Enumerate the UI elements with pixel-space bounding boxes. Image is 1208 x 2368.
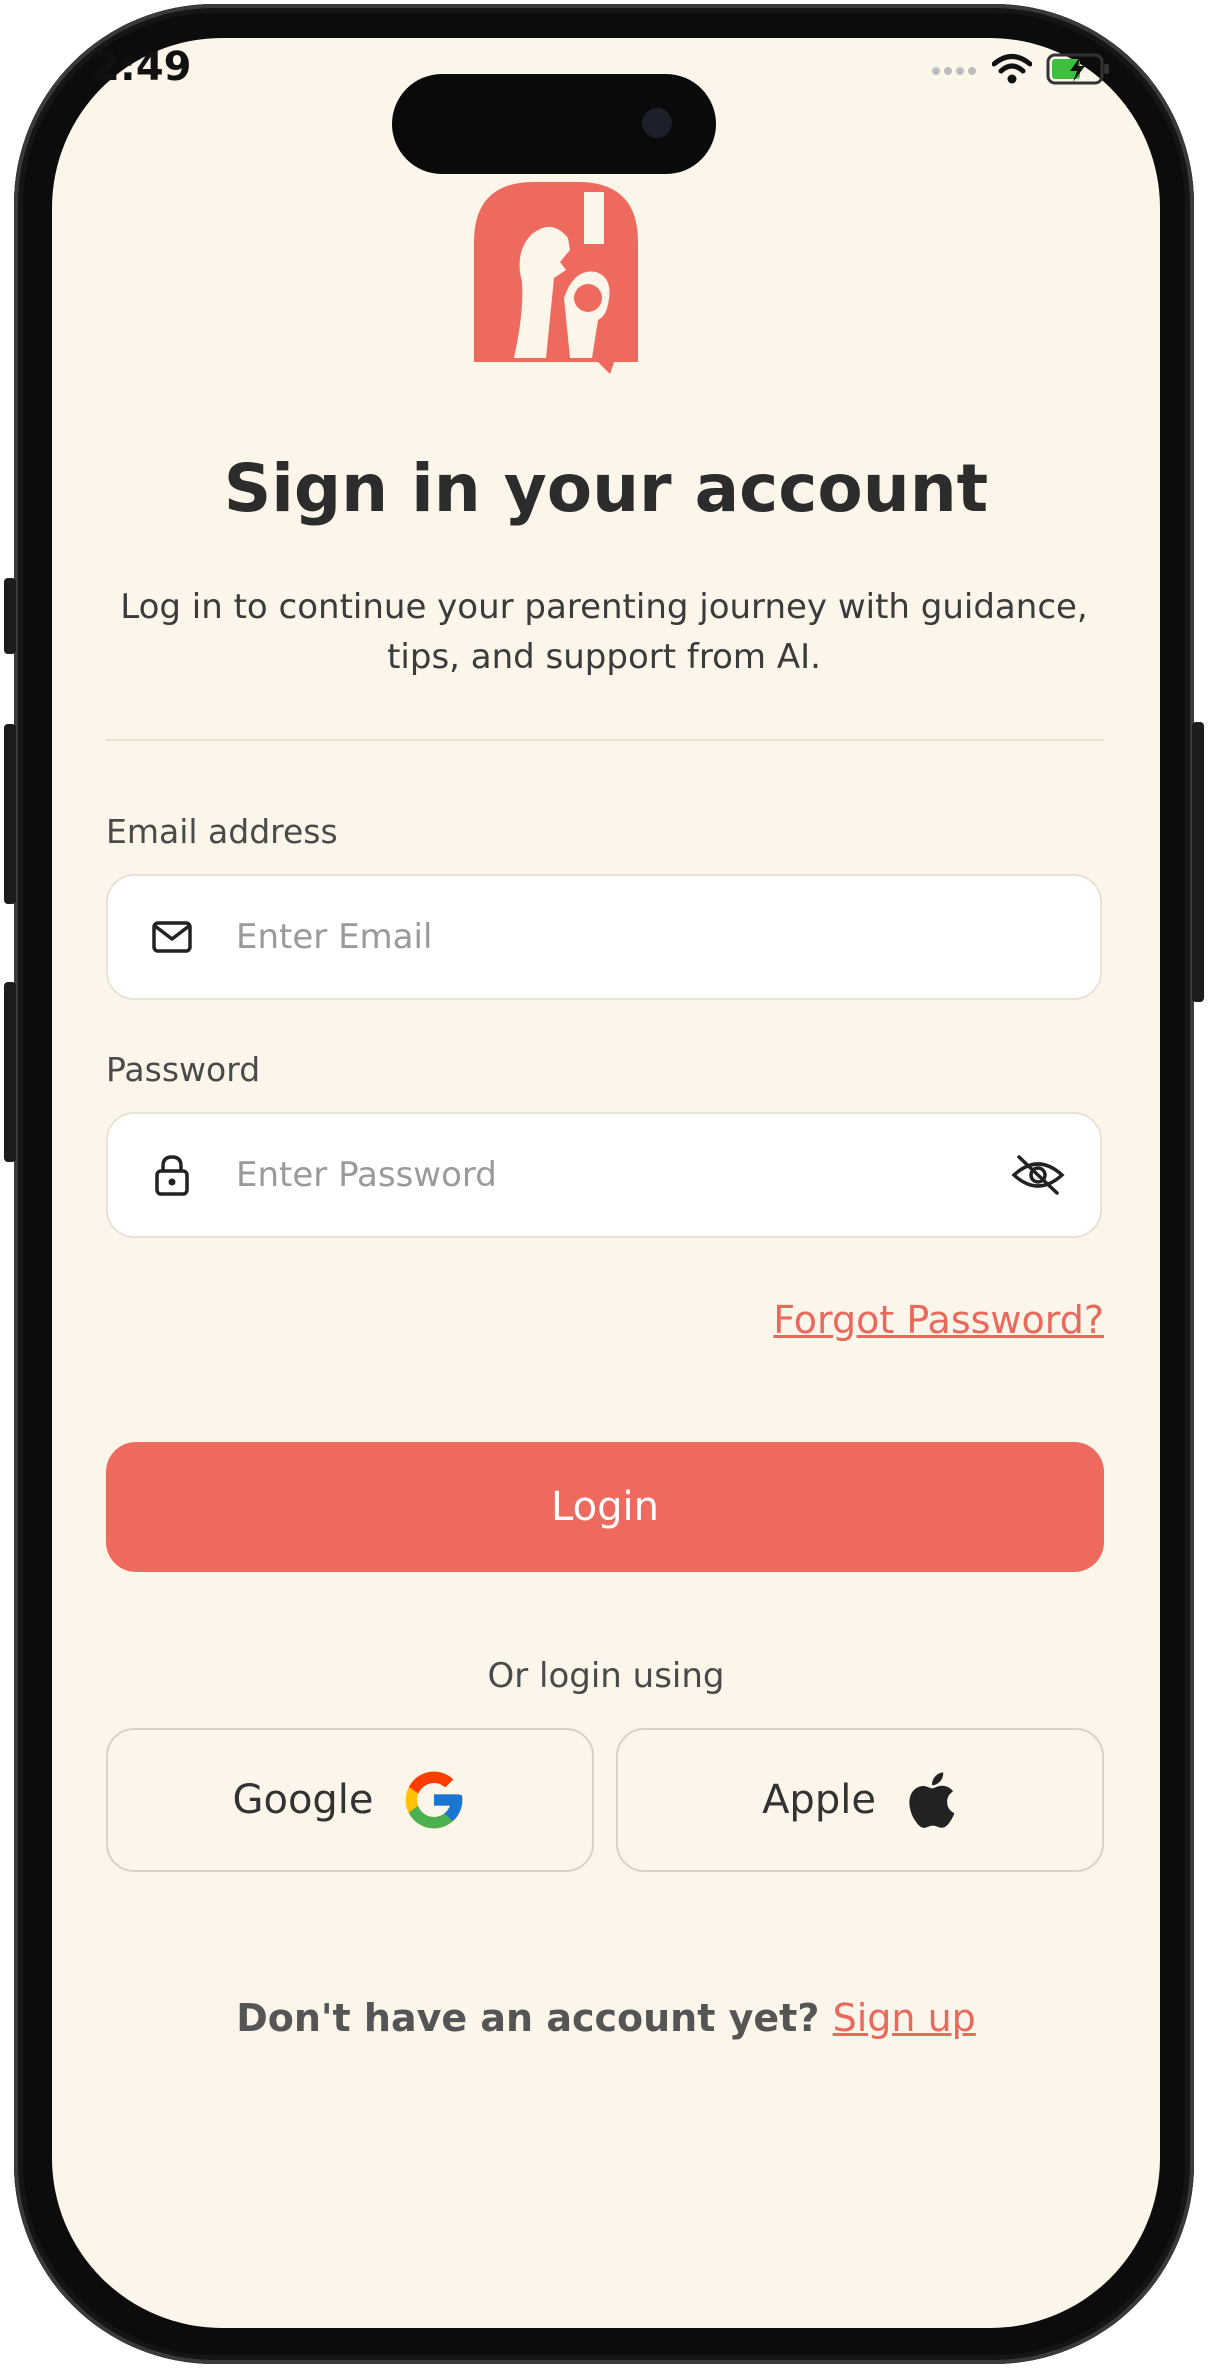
google-label: Google xyxy=(232,1777,374,1823)
signup-prompt: Don't have an account yet? Sign up xyxy=(52,1996,1160,2040)
page-subtitle: Log in to continue your parenting journe… xyxy=(120,587,1088,677)
password-input[interactable] xyxy=(234,1154,1010,1196)
divider xyxy=(106,739,1104,741)
page-title: Sign in your account xyxy=(223,450,989,527)
phone-volume-down xyxy=(4,982,16,1162)
password-field[interactable] xyxy=(106,1112,1102,1238)
forgot-password-link[interactable]: Forgot Password? xyxy=(773,1298,1104,1342)
email-field[interactable] xyxy=(106,874,1102,1000)
battery-icon xyxy=(1046,53,1109,85)
wifi-icon xyxy=(992,54,1032,84)
apple-label: Apple xyxy=(762,1777,876,1823)
camera-icon xyxy=(642,108,672,138)
or-login-text: Or login using xyxy=(487,1656,725,1696)
lock-icon xyxy=(150,1153,194,1197)
signal-icon xyxy=(932,67,976,75)
phone-volume-up xyxy=(4,724,16,904)
apple-login-button[interactable]: Apple xyxy=(616,1728,1104,1872)
email-input[interactable] xyxy=(234,916,1100,958)
status-time: 2:49 xyxy=(92,44,192,90)
eye-off-icon[interactable] xyxy=(1010,1150,1066,1200)
google-icon xyxy=(405,1771,462,1829)
phone-power-button xyxy=(1192,722,1204,1002)
phone-side-button xyxy=(4,578,16,654)
status-icons xyxy=(930,52,1112,86)
email-label: Email address xyxy=(106,812,338,851)
google-login-button[interactable]: Google xyxy=(106,1728,594,1872)
dynamic-island xyxy=(392,74,716,174)
signup-link[interactable]: Sign up xyxy=(833,1996,976,2040)
apple-icon xyxy=(909,1772,955,1828)
mother-child-logo xyxy=(474,182,638,374)
signup-prompt-text: Don't have an account yet? xyxy=(236,1996,820,2040)
login-button[interactable]: Login xyxy=(106,1442,1104,1572)
mail-icon xyxy=(150,915,194,959)
password-label: Password xyxy=(106,1050,261,1089)
